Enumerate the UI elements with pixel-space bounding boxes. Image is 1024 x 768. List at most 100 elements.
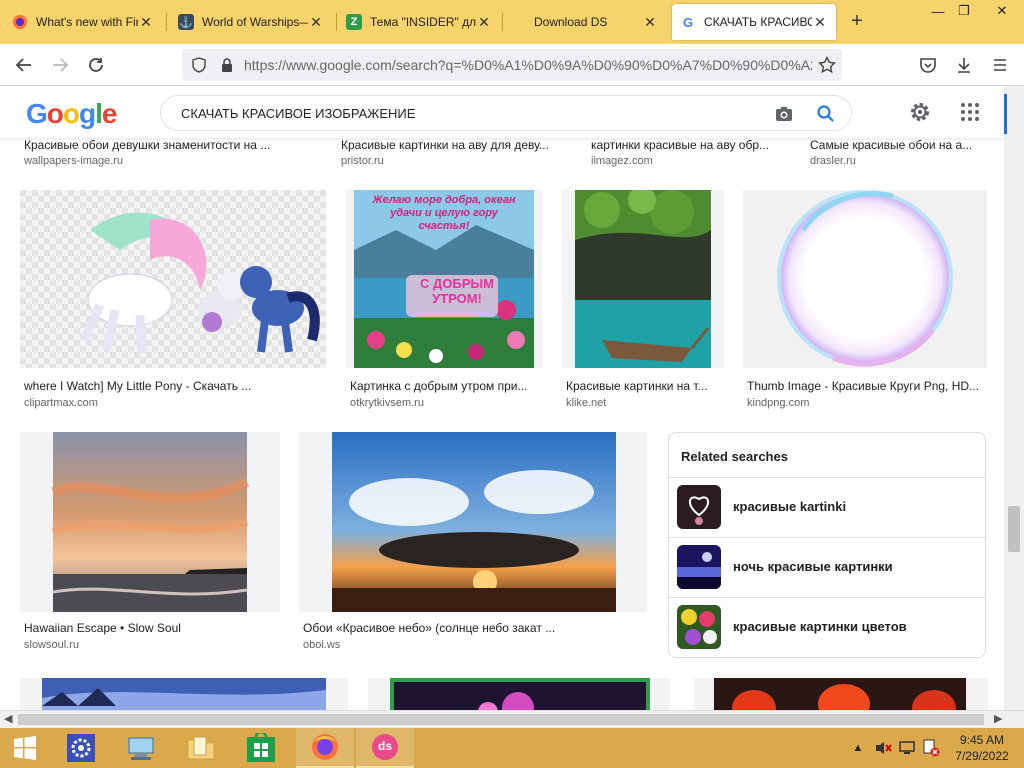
horizontal-scrollbar[interactable]: ◀ ▶: [0, 710, 1024, 728]
downloads-button[interactable]: [952, 53, 976, 77]
close-tab-icon[interactable]: ✕: [476, 14, 492, 31]
shield-icon[interactable]: [188, 54, 210, 76]
restore-window-button[interactable]: ❐: [948, 0, 980, 22]
result-title[interactable]: Thumb Image - Красивые Круги Png, HD...: [747, 379, 987, 393]
browser-tab-strip: What's new with Fire ✕ ⚓ World of Warshi…: [0, 0, 1024, 44]
horizontal-scroll-thumb[interactable]: [18, 714, 984, 725]
result-title[interactable]: Самые красивые обои на а...: [810, 138, 986, 152]
tab-divider: [502, 13, 503, 31]
tab-whats-new[interactable]: What's new with Fire ✕: [4, 4, 162, 40]
search-box[interactable]: СКАЧАТЬ КРАСИВОЕ ИЗОБРАЖЕНИЕ: [160, 95, 852, 131]
result-title[interactable]: Красивые обои девушки знаменитости на ..…: [24, 138, 324, 152]
related-item-flower-pictures[interactable]: красивые картинки цветов: [669, 597, 985, 657]
result-source[interactable]: drasler.ru: [810, 155, 856, 167]
result-source[interactable]: otkrytkivsem.ru: [350, 397, 424, 409]
result-source[interactable]: wallpapers-image.ru: [24, 155, 123, 167]
firefox-icon: [312, 734, 338, 760]
search-input[interactable]: СКАЧАТЬ КРАСИВОЕ ИЗОБРАЖЕНИЕ: [181, 106, 415, 121]
result-image-lake-panorama[interactable]: [20, 678, 348, 710]
result-image-my-little-pony[interactable]: [20, 190, 326, 368]
logo-letter: g: [79, 98, 96, 129]
lock-icon[interactable]: [216, 54, 238, 76]
google-logo[interactable]: Google: [26, 98, 118, 130]
related-item-night-pictures[interactable]: ночь красивые картинки: [669, 537, 985, 597]
tray-overflow-chevron-icon[interactable]: ▲: [850, 728, 866, 768]
tab-title: СКАЧАТЬ КРАСИВОЕ: [704, 15, 812, 29]
result-source[interactable]: iimagez.com: [591, 155, 653, 167]
result-title[interactable]: Обои «Красивое небо» (солнце небо закат …: [303, 621, 647, 635]
result-title[interactable]: Красивые картинки на т...: [566, 379, 724, 393]
result-title[interactable]: where I Watch] My Little Pony - Скачать …: [24, 379, 324, 393]
windows-logo-icon: [14, 736, 36, 760]
vertical-scrollbar[interactable]: [1004, 86, 1024, 710]
result-source[interactable]: oboi.ws: [303, 639, 340, 651]
scroll-right-arrow-icon[interactable]: ▶: [994, 712, 1002, 725]
search-icon[interactable]: [815, 103, 837, 125]
related-thumb-flowers: [677, 605, 721, 649]
control-panel-icon[interactable]: [52, 728, 110, 768]
tab-divider: [336, 13, 337, 31]
forward-button[interactable]: [48, 53, 72, 77]
tab-insider-theme[interactable]: Z Тема "INSIDER" для ✕: [338, 4, 500, 40]
tab-google-search[interactable]: G СКАЧАТЬ КРАСИВОЕ ✕: [672, 4, 836, 40]
back-button[interactable]: [12, 53, 36, 77]
tab-title: Download DS: [534, 15, 608, 29]
scroll-indicator: [1004, 94, 1007, 134]
result-title[interactable]: Hawaiian Escape • Slow Soul: [24, 621, 280, 635]
logo-letter: e: [101, 98, 118, 129]
apps-grid-icon[interactable]: [958, 100, 982, 124]
computer-icon[interactable]: [112, 728, 170, 768]
taskbar-clock[interactable]: 9:45 AM 7/29/2022: [948, 732, 1016, 764]
result-source[interactable]: slowsoul.ru: [24, 639, 79, 651]
bookmark-star-icon[interactable]: [816, 54, 838, 76]
new-tab-button[interactable]: +: [846, 10, 868, 33]
result-title[interactable]: Красивые картинки на аву для деву...: [341, 138, 561, 152]
download-icon: [958, 58, 970, 73]
result-image-red-tulips[interactable]: [694, 678, 988, 710]
close-tab-icon[interactable]: ✕: [138, 14, 154, 31]
related-item-label: ночь красивые картинки: [733, 559, 893, 574]
close-tab-icon[interactable]: ✕: [812, 14, 828, 31]
related-item-label: красивые картинки цветов: [733, 619, 907, 634]
store-icon[interactable]: [232, 728, 290, 768]
settings-gear-icon[interactable]: [908, 100, 932, 124]
tab-world-of-warships[interactable]: ⚓ World of Warships— ✕: [170, 4, 332, 40]
ds-taskbar-button[interactable]: ds: [356, 728, 414, 768]
related-item-krasivye-kartinki[interactable]: красивые kartinki: [669, 477, 985, 537]
result-source[interactable]: clipartmax.com: [24, 397, 98, 409]
navigation-toolbar: https://www.google.com/search?q=%D0%A1%D…: [0, 44, 1024, 86]
result-image-boat-lagoon[interactable]: [562, 186, 724, 368]
start-button[interactable]: [0, 728, 50, 768]
close-tab-icon[interactable]: ✕: [308, 14, 324, 31]
action-center-error-icon[interactable]: [920, 728, 942, 768]
tab-download-ds[interactable]: Download DS ✕: [506, 4, 666, 40]
close-window-button[interactable]: ✕: [986, 0, 1018, 22]
result-image-beautiful-sky[interactable]: [299, 432, 647, 612]
camera-icon[interactable]: [773, 103, 795, 125]
firefox-icon: [12, 14, 28, 30]
volume-muted-icon[interactable]: [872, 728, 894, 768]
result-image-flower-frame[interactable]: [368, 678, 670, 710]
logo-letter: l: [95, 98, 103, 129]
google-icon: G: [682, 14, 694, 30]
network-icon[interactable]: [896, 728, 918, 768]
tab-title: World of Warships—: [202, 15, 308, 29]
result-image-hawaiian-sunset[interactable]: [20, 432, 280, 612]
url-text[interactable]: https://www.google.com/search?q=%D0%A1%D…: [244, 57, 812, 73]
reload-button[interactable]: [84, 53, 108, 77]
result-title[interactable]: картинки красивые на аву обр...: [591, 138, 787, 152]
result-source[interactable]: pristor.ru: [341, 155, 384, 167]
result-title[interactable]: Картинка с добрым утром при...: [350, 379, 542, 393]
vertical-scroll-thumb[interactable]: [1008, 506, 1020, 552]
menu-button[interactable]: [988, 53, 1012, 77]
pocket-button[interactable]: [916, 53, 940, 77]
address-bar[interactable]: https://www.google.com/search?q=%D0%A1%D…: [182, 49, 842, 81]
close-tab-icon[interactable]: ✕: [642, 14, 658, 31]
scroll-left-arrow-icon[interactable]: ◀: [4, 712, 12, 725]
file-explorer-icon[interactable]: [172, 728, 230, 768]
firefox-taskbar-button[interactable]: [296, 728, 354, 768]
result-source[interactable]: kindpng.com: [747, 397, 809, 409]
pocket-icon: [920, 58, 936, 73]
result-image-soap-bubble[interactable]: [743, 190, 987, 368]
result-source[interactable]: klike.net: [566, 397, 606, 409]
